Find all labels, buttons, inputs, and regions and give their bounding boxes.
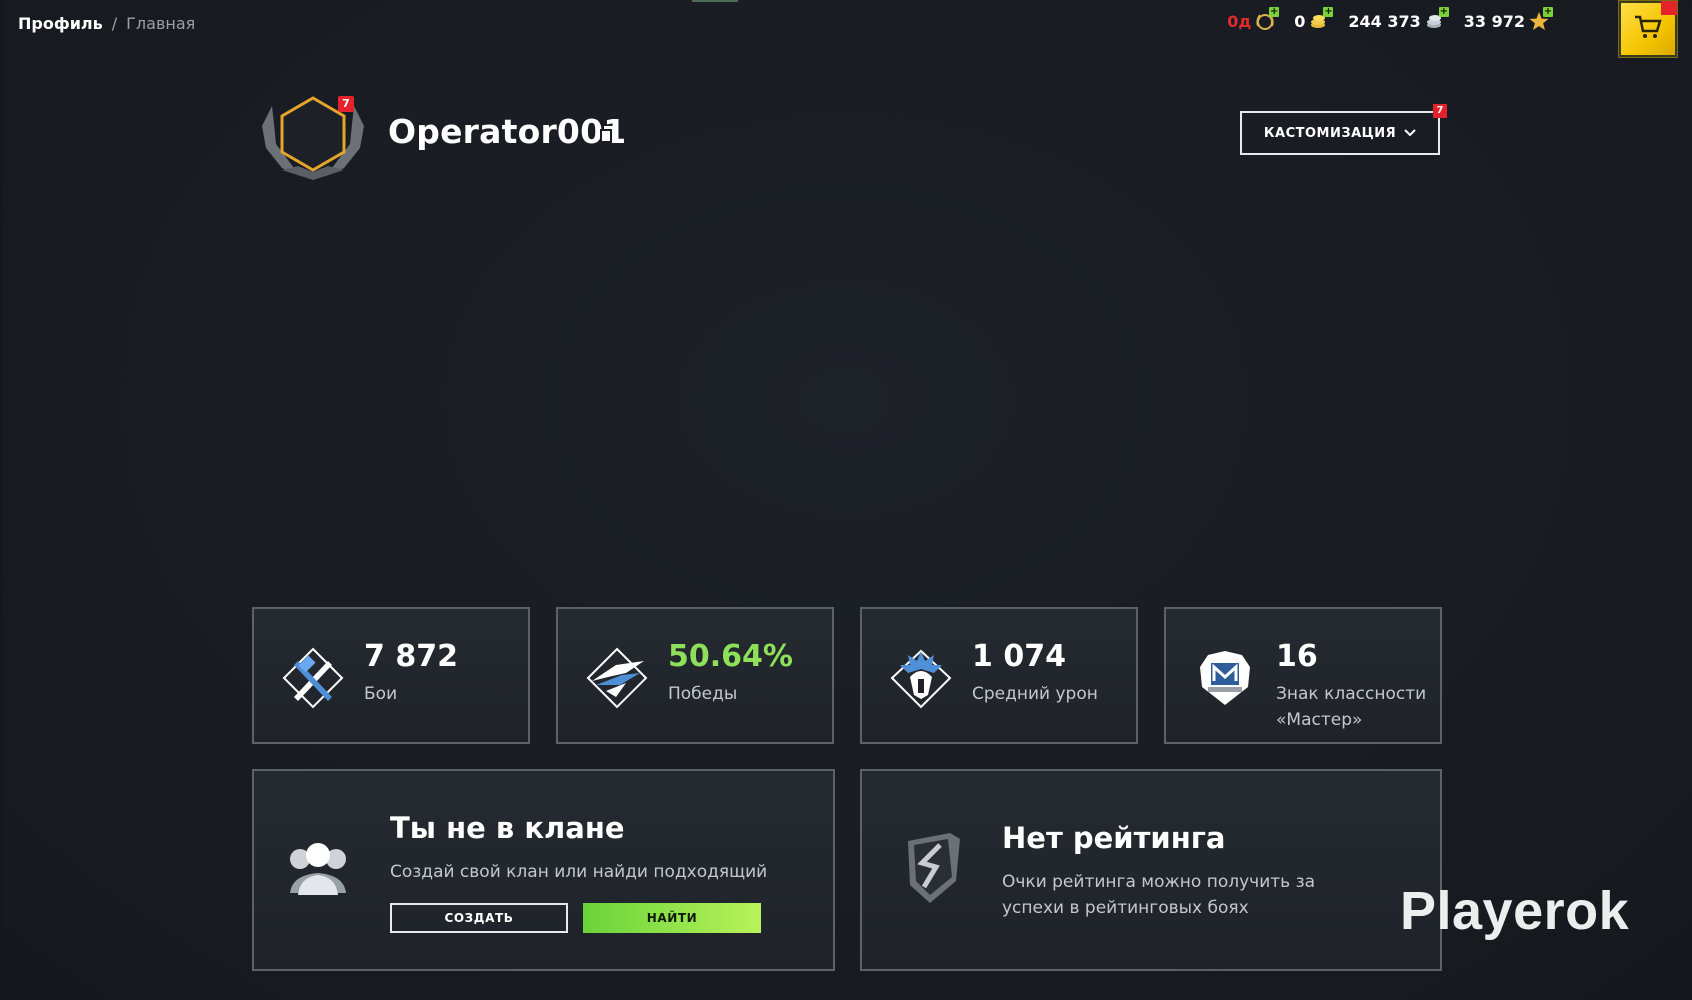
create-clan-button[interactable]: СОЗДАТЬ bbox=[390, 903, 568, 933]
crossed-swords-icon bbox=[282, 647, 344, 709]
battles-value: 7 872 bbox=[364, 639, 458, 674]
premium-laurel-icon: + bbox=[1254, 7, 1280, 32]
breadcrumb-separator: / bbox=[111, 14, 118, 33]
credits-add-icon[interactable]: + bbox=[1438, 7, 1449, 17]
clan-members-icon bbox=[284, 837, 352, 903]
avg-damage-value: 1 074 bbox=[972, 639, 1066, 674]
currency-credits[interactable]: 244 373 + bbox=[1348, 7, 1449, 32]
stat-card-battles: 7 872 Бои bbox=[252, 607, 530, 744]
gold-coins-icon: + bbox=[1308, 7, 1334, 32]
chevron-down-icon bbox=[1404, 126, 1416, 141]
currency-premium[interactable]: 0д + bbox=[1227, 7, 1280, 32]
top-accent-line bbox=[692, 0, 738, 2]
find-clan-button[interactable]: НАЙТИ bbox=[583, 903, 761, 933]
rating-title: Нет рейтинга bbox=[1002, 821, 1226, 855]
mastery-value: 16 bbox=[1276, 639, 1318, 674]
avatar[interactable]: 7 bbox=[258, 86, 368, 182]
silver-credits-icon: + bbox=[1424, 7, 1449, 32]
damage-burst-icon bbox=[890, 647, 952, 709]
clan-title: Ты не в клане bbox=[390, 811, 625, 845]
gold-add-icon[interactable]: + bbox=[1323, 7, 1334, 17]
mastery-label: Знак классности «Мастер» bbox=[1276, 684, 1427, 730]
customization-notification-badge: 7 bbox=[1433, 104, 1447, 118]
victories-value: 50.64% bbox=[668, 639, 793, 674]
rating-card: Нет рейтинга Очки рейтинга можно получит… bbox=[860, 769, 1442, 971]
shop-button[interactable] bbox=[1618, 0, 1678, 58]
left-edge bbox=[0, 0, 3, 1000]
avatar-notification-badge: 7 bbox=[338, 96, 354, 112]
victories-label: Победы bbox=[668, 684, 738, 704]
stat-card-mastery: 16 Знак классности «Мастер» bbox=[1164, 607, 1442, 744]
currency-gold[interactable]: 0 + bbox=[1294, 7, 1334, 32]
premium-value: 0д bbox=[1227, 11, 1252, 31]
gold-value: 0 bbox=[1294, 11, 1306, 31]
copy-icon[interactable] bbox=[598, 124, 618, 144]
free-xp-add-icon[interactable]: + bbox=[1543, 7, 1553, 17]
victory-wings-icon bbox=[586, 647, 648, 709]
username: Operator001 bbox=[388, 112, 627, 151]
breadcrumb: Профиль / Главная bbox=[18, 14, 195, 33]
watermark-logo: Playerok bbox=[1400, 881, 1630, 941]
profile-page: Профиль / Главная 0д + 0 + 244 373 + 33 … bbox=[0, 0, 1692, 1000]
customization-label: КАСТОМИЗАЦИЯ bbox=[1263, 125, 1397, 141]
clan-text: Создай свой клан или найди подходящий bbox=[390, 862, 768, 882]
stat-card-avg-damage: 1 074 Средний урон bbox=[860, 607, 1138, 744]
breadcrumb-current: Профиль bbox=[18, 14, 103, 33]
stat-card-victories: 50.64% Победы bbox=[556, 607, 834, 744]
rating-shield-icon bbox=[900, 827, 966, 911]
mastery-badge-icon bbox=[1194, 647, 1256, 709]
customization-button[interactable]: КАСТОМИЗАЦИЯ bbox=[1240, 111, 1440, 155]
rating-text: Очки рейтинга можно получить за успехи в… bbox=[1002, 872, 1316, 918]
clan-card: Ты не в клане Создай свой клан или найди… bbox=[252, 769, 835, 971]
free-xp-value: 33 972 bbox=[1463, 11, 1525, 31]
shop-notification-badge bbox=[1661, 1, 1677, 15]
credits-value: 244 373 bbox=[1348, 11, 1421, 31]
currency-free-xp[interactable]: 33 972 + bbox=[1463, 7, 1553, 32]
breadcrumb-link-home[interactable]: Главная bbox=[126, 14, 195, 33]
avg-damage-label: Средний урон bbox=[972, 684, 1098, 704]
currency-bar: 0д + 0 + 244 373 + 33 972 + bbox=[1227, 7, 1553, 32]
shop-cart-icon bbox=[1633, 14, 1663, 44]
premium-add-icon[interactable]: + bbox=[1269, 7, 1280, 17]
battles-label: Бои bbox=[364, 684, 398, 704]
free-xp-star-icon: + bbox=[1528, 7, 1553, 32]
